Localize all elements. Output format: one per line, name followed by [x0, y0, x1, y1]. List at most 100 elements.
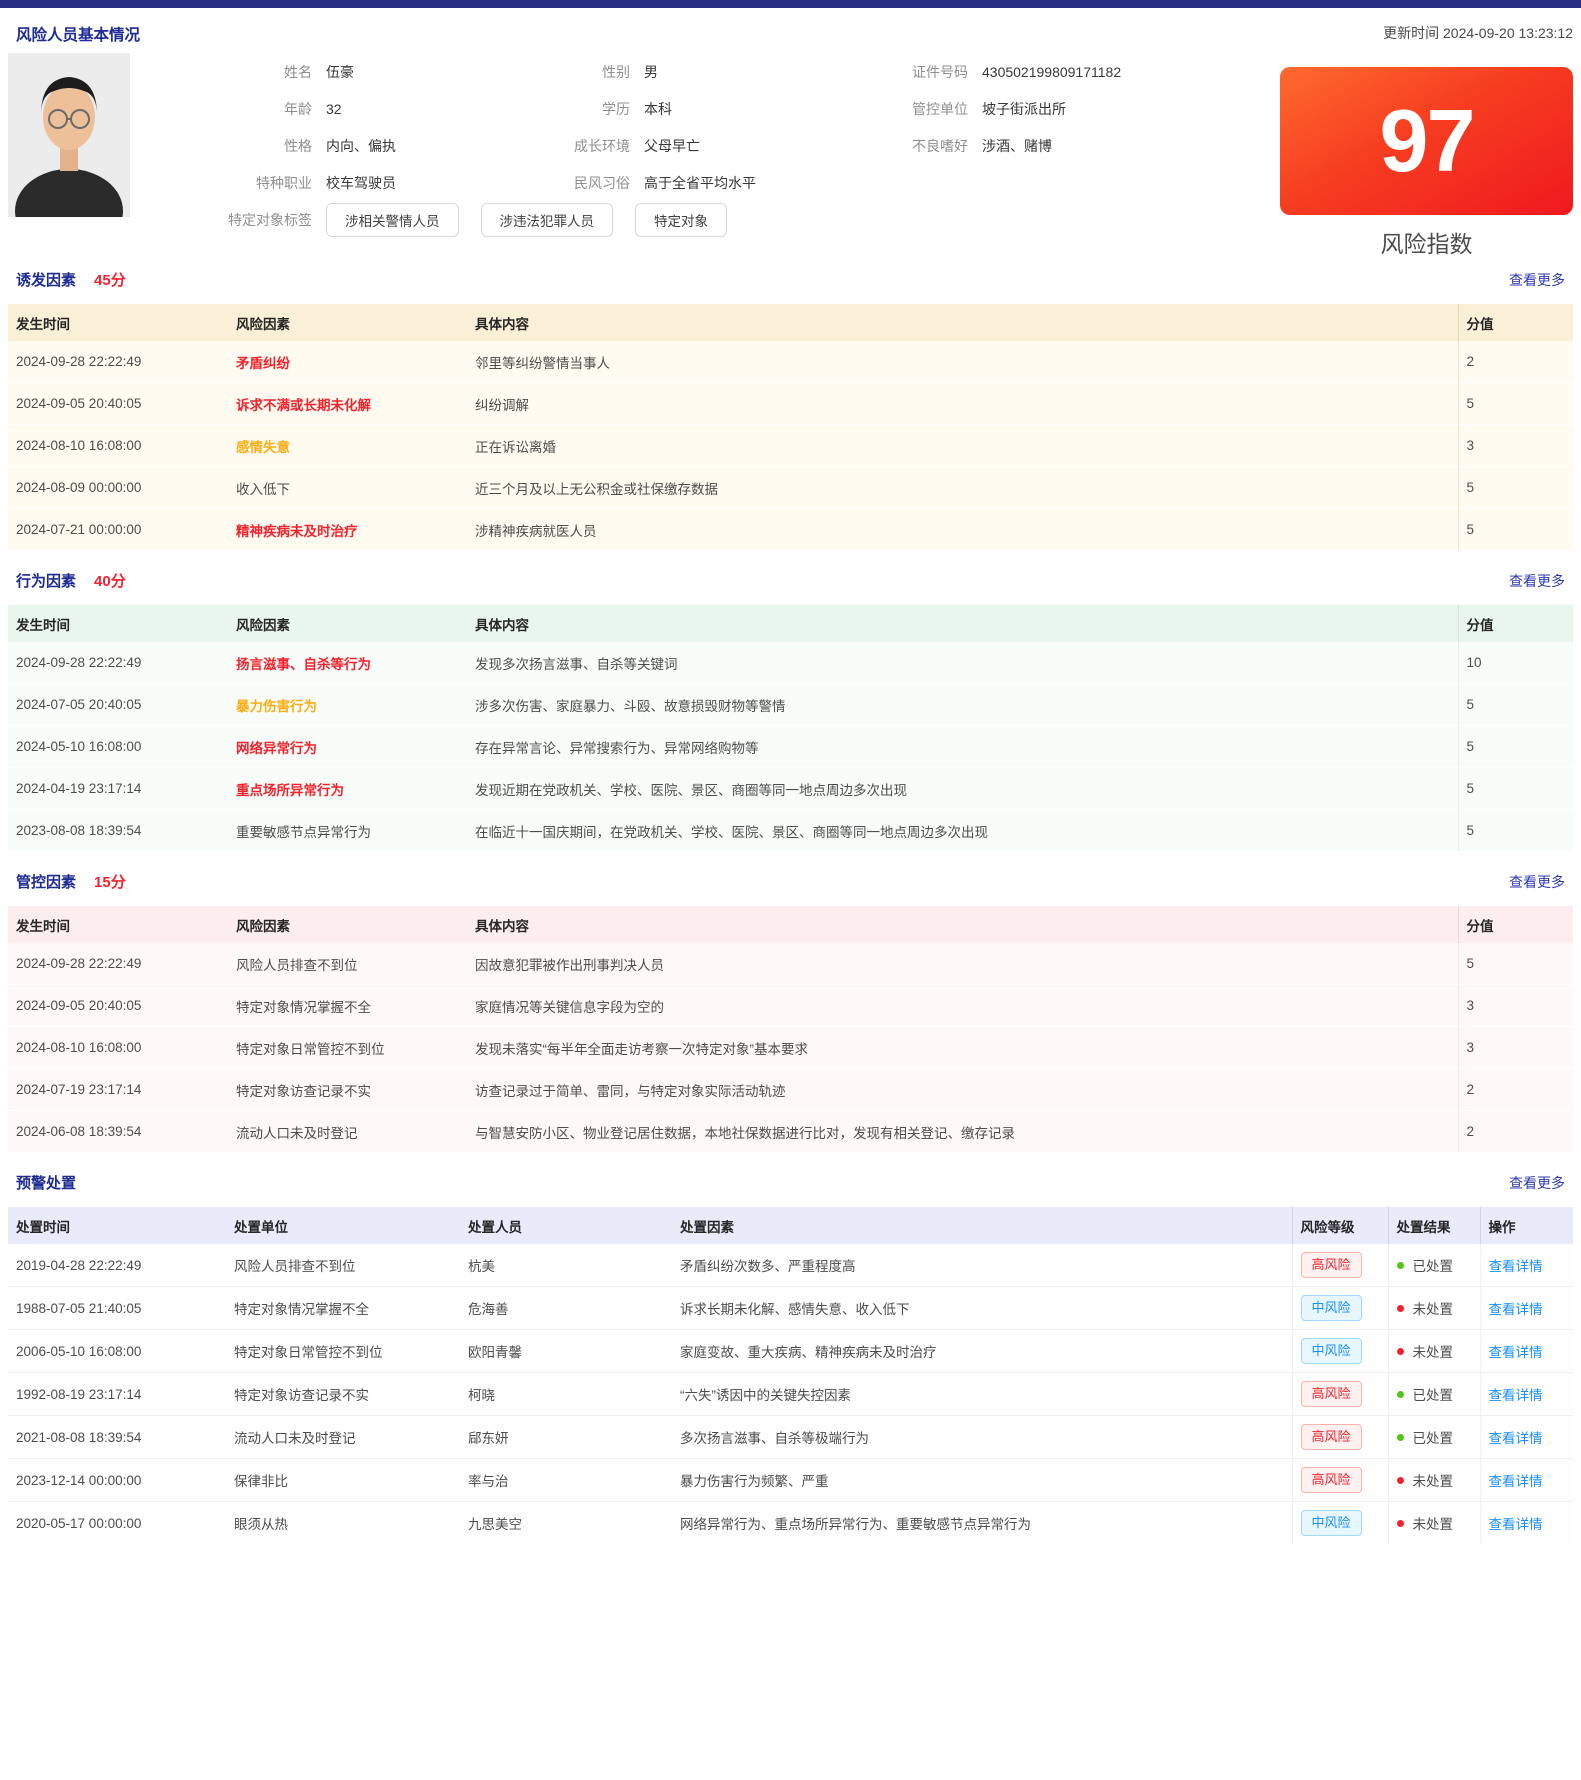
cell-occur-time: 2024-07-05 20:40:05	[8, 684, 228, 726]
disposal-result-status: 未处置	[1397, 1513, 1454, 1533]
factor-row: 2024-05-10 16:08:00网络异常行为存在异常言论、异常搜索行为、异…	[8, 726, 1573, 768]
cell-score: 5	[1458, 467, 1573, 509]
profile-column: 性别男学历本科成长环境父母早亡民风习俗高于全省平均水平	[470, 53, 756, 201]
view-detail-link[interactable]: 查看详情	[1489, 1474, 1543, 1489]
cell-disposal-factor: 诉求长期未化解、感情失意、收入低下	[672, 1287, 1292, 1330]
view-detail-link[interactable]: 查看详情	[1489, 1517, 1543, 1532]
column-header: 具体内容	[467, 906, 1458, 943]
section-score: 40分	[94, 570, 126, 591]
section-title: 管控因素	[16, 871, 76, 892]
view-more-link[interactable]: 查看更多	[1509, 872, 1565, 892]
section-title: 诱发因素	[16, 269, 76, 290]
page-header: 风险人员基本情况 更新时间 2024-09-20 13:23:12	[0, 8, 1581, 45]
field-label: 特种职业	[130, 173, 312, 193]
cell-disposal-time: 2006-05-10 16:08:00	[8, 1330, 226, 1373]
factor-row: 2024-09-05 20:40:05特定对象情况掌握不全家庭情况等关键信息字段…	[8, 985, 1573, 1027]
column-header: 发生时间	[8, 304, 228, 341]
profile-field: 民风习俗高于全省平均水平	[470, 164, 756, 201]
special-object-tags-row: 特定对象标签 涉相关警情人员涉违法犯罪人员特定对象	[130, 203, 727, 237]
risk-level-badge: 中风险	[1301, 1510, 1362, 1536]
profile-column: 姓名伍豪年龄 32 性格内向、偏执特种职业校车驾驶员	[130, 53, 396, 201]
view-detail-link[interactable]: 查看详情	[1489, 1345, 1543, 1360]
field-label: 证件号码	[808, 62, 968, 82]
cell-score: 3	[1458, 425, 1573, 467]
field-value: 伍豪	[326, 62, 354, 82]
cell-risk-level: 高风险	[1292, 1373, 1388, 1416]
view-detail-link[interactable]: 查看详情	[1489, 1388, 1543, 1403]
column-header: 处置因素	[672, 1207, 1292, 1244]
update-time-value: 2024-09-20 13:23:12	[1443, 25, 1573, 41]
cell-action: 查看详情	[1480, 1330, 1573, 1373]
profile-field: 性格内向、偏执	[130, 127, 396, 164]
view-more-link[interactable]: 查看更多	[1509, 571, 1565, 591]
cell-score: 5	[1458, 768, 1573, 810]
cell-action: 查看详情	[1480, 1459, 1573, 1502]
factor-sections: 诱发因素45分查看更多发生时间风险因素具体内容分值2024-09-28 22:2…	[8, 269, 1573, 1152]
view-detail-link[interactable]: 查看详情	[1489, 1431, 1543, 1446]
cell-risk-factor: 暴力伤害行为	[228, 684, 467, 726]
field-value: 430502199809171182	[982, 64, 1121, 80]
field-value: 父母早亡	[644, 136, 700, 156]
view-more-link[interactable]: 查看更多	[1509, 270, 1565, 290]
field-label: 不良嗜好	[808, 136, 968, 156]
field-label: 姓名	[130, 62, 312, 82]
disposal-result-status: 未处置	[1397, 1470, 1454, 1490]
profile-column: 证件号码430502199809171182管控单位坡子街派出所不良嗜好涉酒、赌…	[808, 53, 1121, 164]
cell-risk-level: 中风险	[1292, 1287, 1388, 1330]
column-header: 风险因素	[228, 605, 467, 642]
column-header: 处置时间	[8, 1207, 226, 1244]
status-dot-icon	[1397, 1391, 1404, 1398]
profile-field: 性别男	[470, 53, 756, 90]
cell-disposal-person: 欧阳青馨	[460, 1330, 672, 1373]
cell-risk-factor: 流动人口未及时登记	[228, 1111, 467, 1153]
cell-disposal-result: 已处置	[1388, 1416, 1480, 1459]
disposal-section-wrap: 预警处置查看更多处置时间处置单位处置人员处置因素风险等级处置结果操作2019-0…	[8, 1172, 1573, 1544]
section-score: 15分	[94, 871, 126, 892]
field-value: 32	[326, 101, 342, 117]
top-accent-bar	[0, 0, 1581, 8]
disposal-row: 2021-08-08 18:39:54流动人口未及时登记郈东妍多次扬言滋事、自杀…	[8, 1416, 1573, 1459]
cell-disposal-time: 1992-08-19 23:17:14	[8, 1373, 226, 1416]
section-header: 管控因素 15分 查看更多	[16, 871, 1565, 892]
column-header: 风险因素	[228, 304, 467, 341]
cell-detail: 正在诉讼离婚	[467, 425, 1458, 467]
column-header: 分值	[1458, 906, 1573, 943]
field-value: 男	[644, 62, 658, 82]
risk-index-card: 97	[1280, 67, 1573, 215]
section-header: 诱发因素 45分 查看更多	[16, 269, 1565, 290]
disposal-result-text: 已处置	[1413, 1255, 1454, 1275]
cell-score: 3	[1458, 985, 1573, 1027]
cell-disposal-factor: 矛盾纠纷次数多、严重程度高	[672, 1244, 1292, 1287]
factor-table: 发生时间风险因素具体内容分值2024-09-28 22:22:49风险人员排查不…	[8, 906, 1573, 1152]
cell-disposal-person: 危海善	[460, 1287, 672, 1330]
cell-score: 3	[1458, 1027, 1573, 1069]
column-header: 具体内容	[467, 304, 1458, 341]
cell-disposal-result: 未处置	[1388, 1287, 1480, 1330]
field-label: 民风习俗	[470, 173, 630, 193]
cell-score: 5	[1458, 383, 1573, 425]
factor-table-header-row: 发生时间风险因素具体内容分值	[8, 304, 1573, 341]
field-label: 年龄	[130, 99, 312, 119]
cell-disposal-unit: 流动人口未及时登记	[226, 1416, 460, 1459]
section-score: 45分	[94, 269, 126, 290]
view-detail-link[interactable]: 查看详情	[1489, 1259, 1543, 1274]
view-detail-link[interactable]: 查看详情	[1489, 1302, 1543, 1317]
view-more-link[interactable]: 查看更多	[1509, 1173, 1565, 1193]
cell-occur-time: 2024-08-10 16:08:00	[8, 1027, 228, 1069]
cell-score: 5	[1458, 943, 1573, 985]
factor-row: 2024-08-10 16:08:00感情失意正在诉讼离婚3	[8, 425, 1573, 467]
cell-occur-time: 2024-09-28 22:22:49	[8, 341, 228, 383]
risk-level-badge: 高风险	[1301, 1424, 1362, 1450]
profile-field: 学历本科	[470, 90, 756, 127]
cell-detail: 涉多次伤害、家庭暴力、斗殴、故意损毁财物等警情	[467, 684, 1458, 726]
disposal-row: 1992-08-19 23:17:14特定对象访查记录不实柯晓“六失”诱因中的关…	[8, 1373, 1573, 1416]
special-object-tag: 涉相关警情人员	[326, 203, 459, 237]
cell-risk-factor: 精神疾病未及时治疗	[228, 509, 467, 551]
cell-disposal-factor: 家庭变故、重大疾病、精神疾病未及时治疗	[672, 1330, 1292, 1373]
column-header: 处置单位	[226, 1207, 460, 1244]
profile-field: 特种职业校车驾驶员	[130, 164, 396, 201]
cell-score: 5	[1458, 684, 1573, 726]
field-label: 成长环境	[470, 136, 630, 156]
factor-row: 2024-09-05 20:40:05诉求不满或长期未化解纠纷调解5	[8, 383, 1573, 425]
column-header: 发生时间	[8, 605, 228, 642]
